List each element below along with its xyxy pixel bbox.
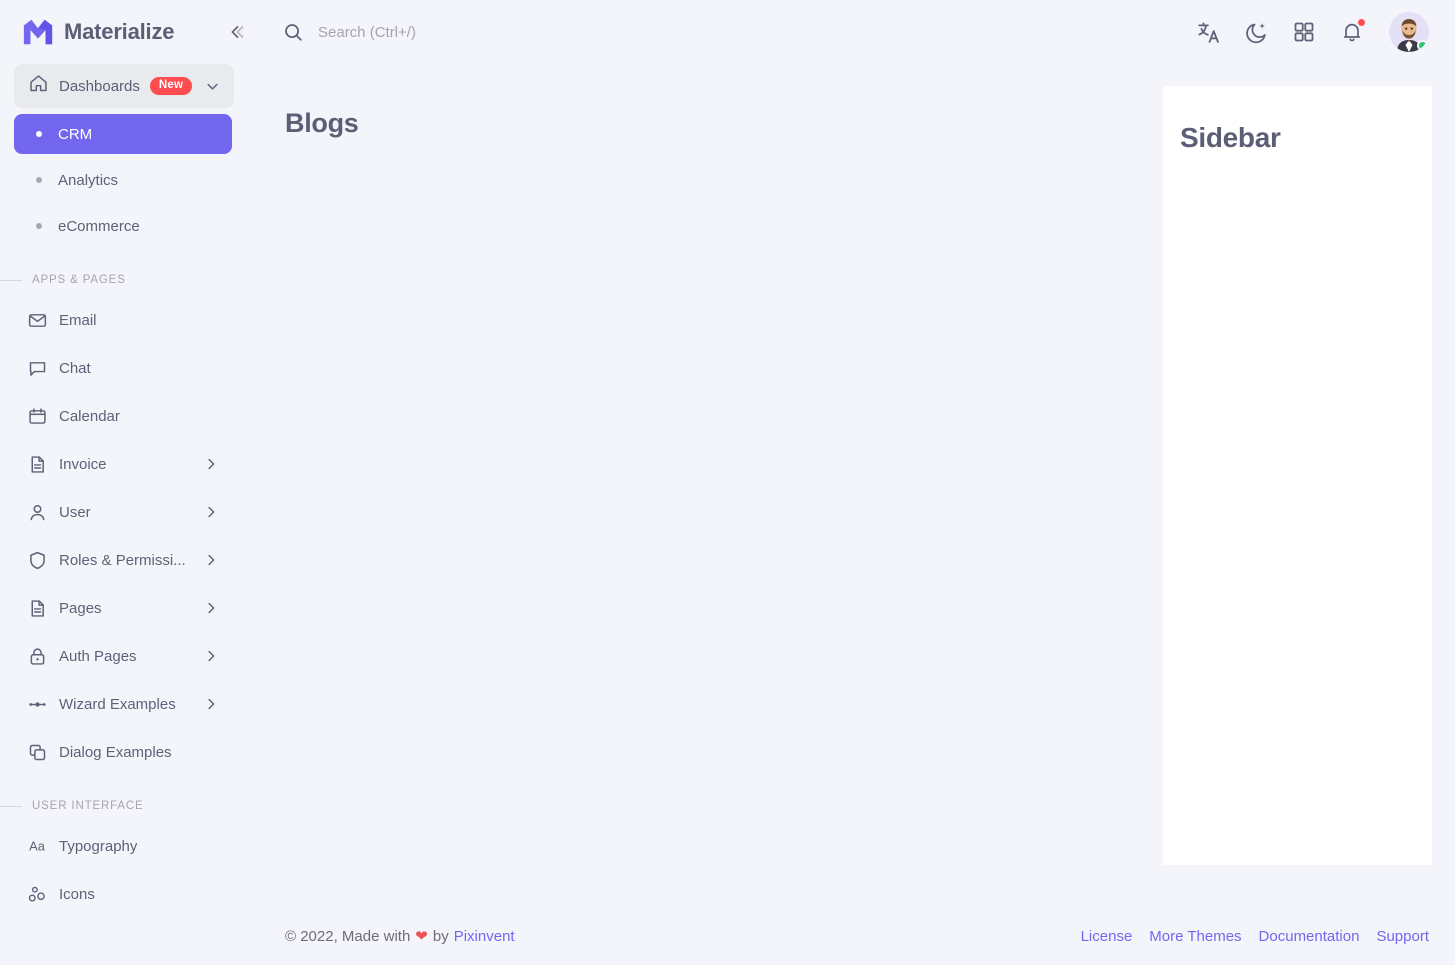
- search-icon: [282, 21, 304, 43]
- chevron-double-left-icon[interactable]: [224, 19, 250, 45]
- section-label: User Interface: [32, 800, 144, 812]
- typography-icon: Aa: [26, 835, 48, 857]
- sidebar-item-invoice-label: Invoice: [59, 455, 107, 473]
- footer-author-link[interactable]: Pixinvent: [454, 928, 515, 945]
- file-text-icon: [26, 453, 48, 475]
- sidebar-item-invoice[interactable]: Invoice: [14, 444, 232, 484]
- heart-icon: ❤: [415, 928, 428, 945]
- chevron-down-icon[interactable]: [203, 77, 222, 96]
- user-icon: [26, 501, 48, 523]
- footer-link-support[interactable]: Support: [1376, 928, 1429, 945]
- section-header-user-interface: User Interface: [0, 794, 232, 818]
- section-header-apps-pages: Apps & Pages: [0, 268, 232, 292]
- chevron-right-icon[interactable]: [202, 599, 220, 617]
- footer: © 2022, Made with ❤ by Pixinvent License…: [264, 907, 1455, 965]
- calendar-icon: [26, 405, 48, 427]
- sidebar-item-typography[interactable]: Aa Typography: [14, 826, 232, 866]
- sidebar-item-auth-pages-label: Auth Pages: [59, 647, 137, 665]
- left-sidebar: Materialize Dashboards New CRM Analytics…: [0, 0, 264, 965]
- sidebar-item-crm[interactable]: CRM: [14, 114, 232, 154]
- grid-apps-icon[interactable]: [1289, 17, 1319, 47]
- sidebar-item-icons[interactable]: Icons: [14, 874, 232, 914]
- chat-bubble-icon: [26, 357, 48, 379]
- sidebar-item-dashboards[interactable]: Dashboards New: [14, 64, 234, 108]
- copy-icon: [26, 741, 48, 763]
- sidebar-item-pages-label: Pages: [59, 599, 102, 617]
- sidebar-item-crm-label: CRM: [58, 125, 93, 143]
- sidebar-item-pages[interactable]: Pages: [14, 588, 232, 628]
- search-input[interactable]: [318, 23, 658, 41]
- shield-icon: [26, 549, 48, 571]
- sidebar-item-ecommerce-label: eCommerce: [58, 217, 140, 235]
- sidebar-item-dialog-examples[interactable]: Dialog Examples: [14, 732, 232, 772]
- page-title: Blogs: [285, 108, 359, 138]
- footer-copyright: © 2022, Made with ❤ by Pixinvent: [285, 927, 515, 946]
- chevron-right-icon[interactable]: [202, 551, 220, 569]
- file-text-icon: [26, 597, 48, 619]
- footer-by-text: by: [432, 927, 449, 945]
- chevron-right-icon[interactable]: [202, 695, 220, 713]
- sidebar-panel: Sidebar: [1163, 86, 1432, 865]
- language-icon[interactable]: [1193, 17, 1223, 47]
- dashboards-submenu: CRM Analytics eCommerce: [0, 114, 248, 246]
- chevron-right-icon[interactable]: [202, 503, 220, 521]
- sidebar-item-user[interactable]: User: [14, 492, 232, 532]
- home-icon: [28, 73, 49, 99]
- sidebar-item-dashboards-label: Dashboards: [59, 77, 140, 95]
- sidebar-item-wizard-examples[interactable]: Wizard Examples: [14, 684, 232, 724]
- footer-link-more-themes[interactable]: More Themes: [1149, 928, 1241, 945]
- sidebar-item-calendar-label: Calendar: [59, 407, 120, 425]
- sidebar-item-icons-label: Icons: [59, 885, 95, 903]
- sidebar-item-roles-permissions[interactable]: Roles & Permissi...: [14, 540, 232, 580]
- sidebar-panel-title: Sidebar: [1180, 122, 1281, 153]
- sidebar-item-chat-label: Chat: [59, 359, 91, 377]
- topbar-actions: [1193, 12, 1429, 52]
- sidebar-header: Materialize: [0, 0, 264, 64]
- notification-badge-dot: [1357, 18, 1366, 27]
- sidebar-item-dialog-examples-label: Dialog Examples: [59, 743, 172, 761]
- sidebar-item-ecommerce[interactable]: eCommerce: [14, 206, 232, 246]
- svg-text:Aa: Aa: [29, 839, 46, 854]
- footer-link-license[interactable]: License: [1081, 928, 1133, 945]
- avatar-status-badge: [1417, 40, 1428, 51]
- sidebar-item-calendar[interactable]: Calendar: [14, 396, 232, 436]
- sidebar-scroll-area[interactable]: Dashboards New CRM Analytics eCommerce A…: [0, 64, 264, 965]
- sidebar-item-chat[interactable]: Chat: [14, 348, 232, 388]
- sidebar-item-email-label: Email: [59, 311, 97, 329]
- bullet-icon: [36, 223, 42, 229]
- wizard-dots-icon: [26, 693, 48, 715]
- footer-links: License More Themes Documentation Suppor…: [1081, 928, 1429, 945]
- avatar[interactable]: [1389, 12, 1429, 52]
- footer-copyright-text: © 2022, Made with: [285, 927, 411, 945]
- footer-link-documentation[interactable]: Documentation: [1259, 928, 1360, 945]
- section-divider: [0, 805, 22, 807]
- top-navbar: [264, 0, 1455, 64]
- sidebar-item-user-label: User: [59, 503, 91, 521]
- sidebar-item-wizard-examples-label: Wizard Examples: [59, 695, 176, 713]
- bullet-icon: [36, 177, 42, 183]
- sidebar-item-email[interactable]: Email: [14, 300, 232, 340]
- moon-icon[interactable]: [1241, 17, 1271, 47]
- envelope-icon: [26, 309, 48, 331]
- bell-icon[interactable]: [1337, 17, 1367, 47]
- lock-icon: [26, 645, 48, 667]
- bullet-icon: [36, 131, 42, 137]
- sidebar-item-roles-permissions-label: Roles & Permissi...: [59, 551, 186, 569]
- icons-icon: [26, 883, 48, 905]
- sidebar-item-auth-pages[interactable]: Auth Pages: [14, 636, 232, 676]
- sidebar-item-analytics-label: Analytics: [58, 171, 119, 189]
- sidebar-item-analytics[interactable]: Analytics: [14, 160, 232, 200]
- section-label: Apps & Pages: [32, 274, 126, 286]
- badge-new: New: [149, 76, 193, 96]
- sidebar-item-typography-label: Typography: [59, 837, 138, 855]
- chevron-right-icon[interactable]: [202, 647, 220, 665]
- section-divider: [0, 279, 22, 281]
- materialize-logo-icon: [22, 17, 54, 47]
- search-bar[interactable]: [282, 21, 1193, 43]
- brand-title: Materialize: [64, 19, 175, 44]
- chevron-right-icon[interactable]: [202, 455, 220, 473]
